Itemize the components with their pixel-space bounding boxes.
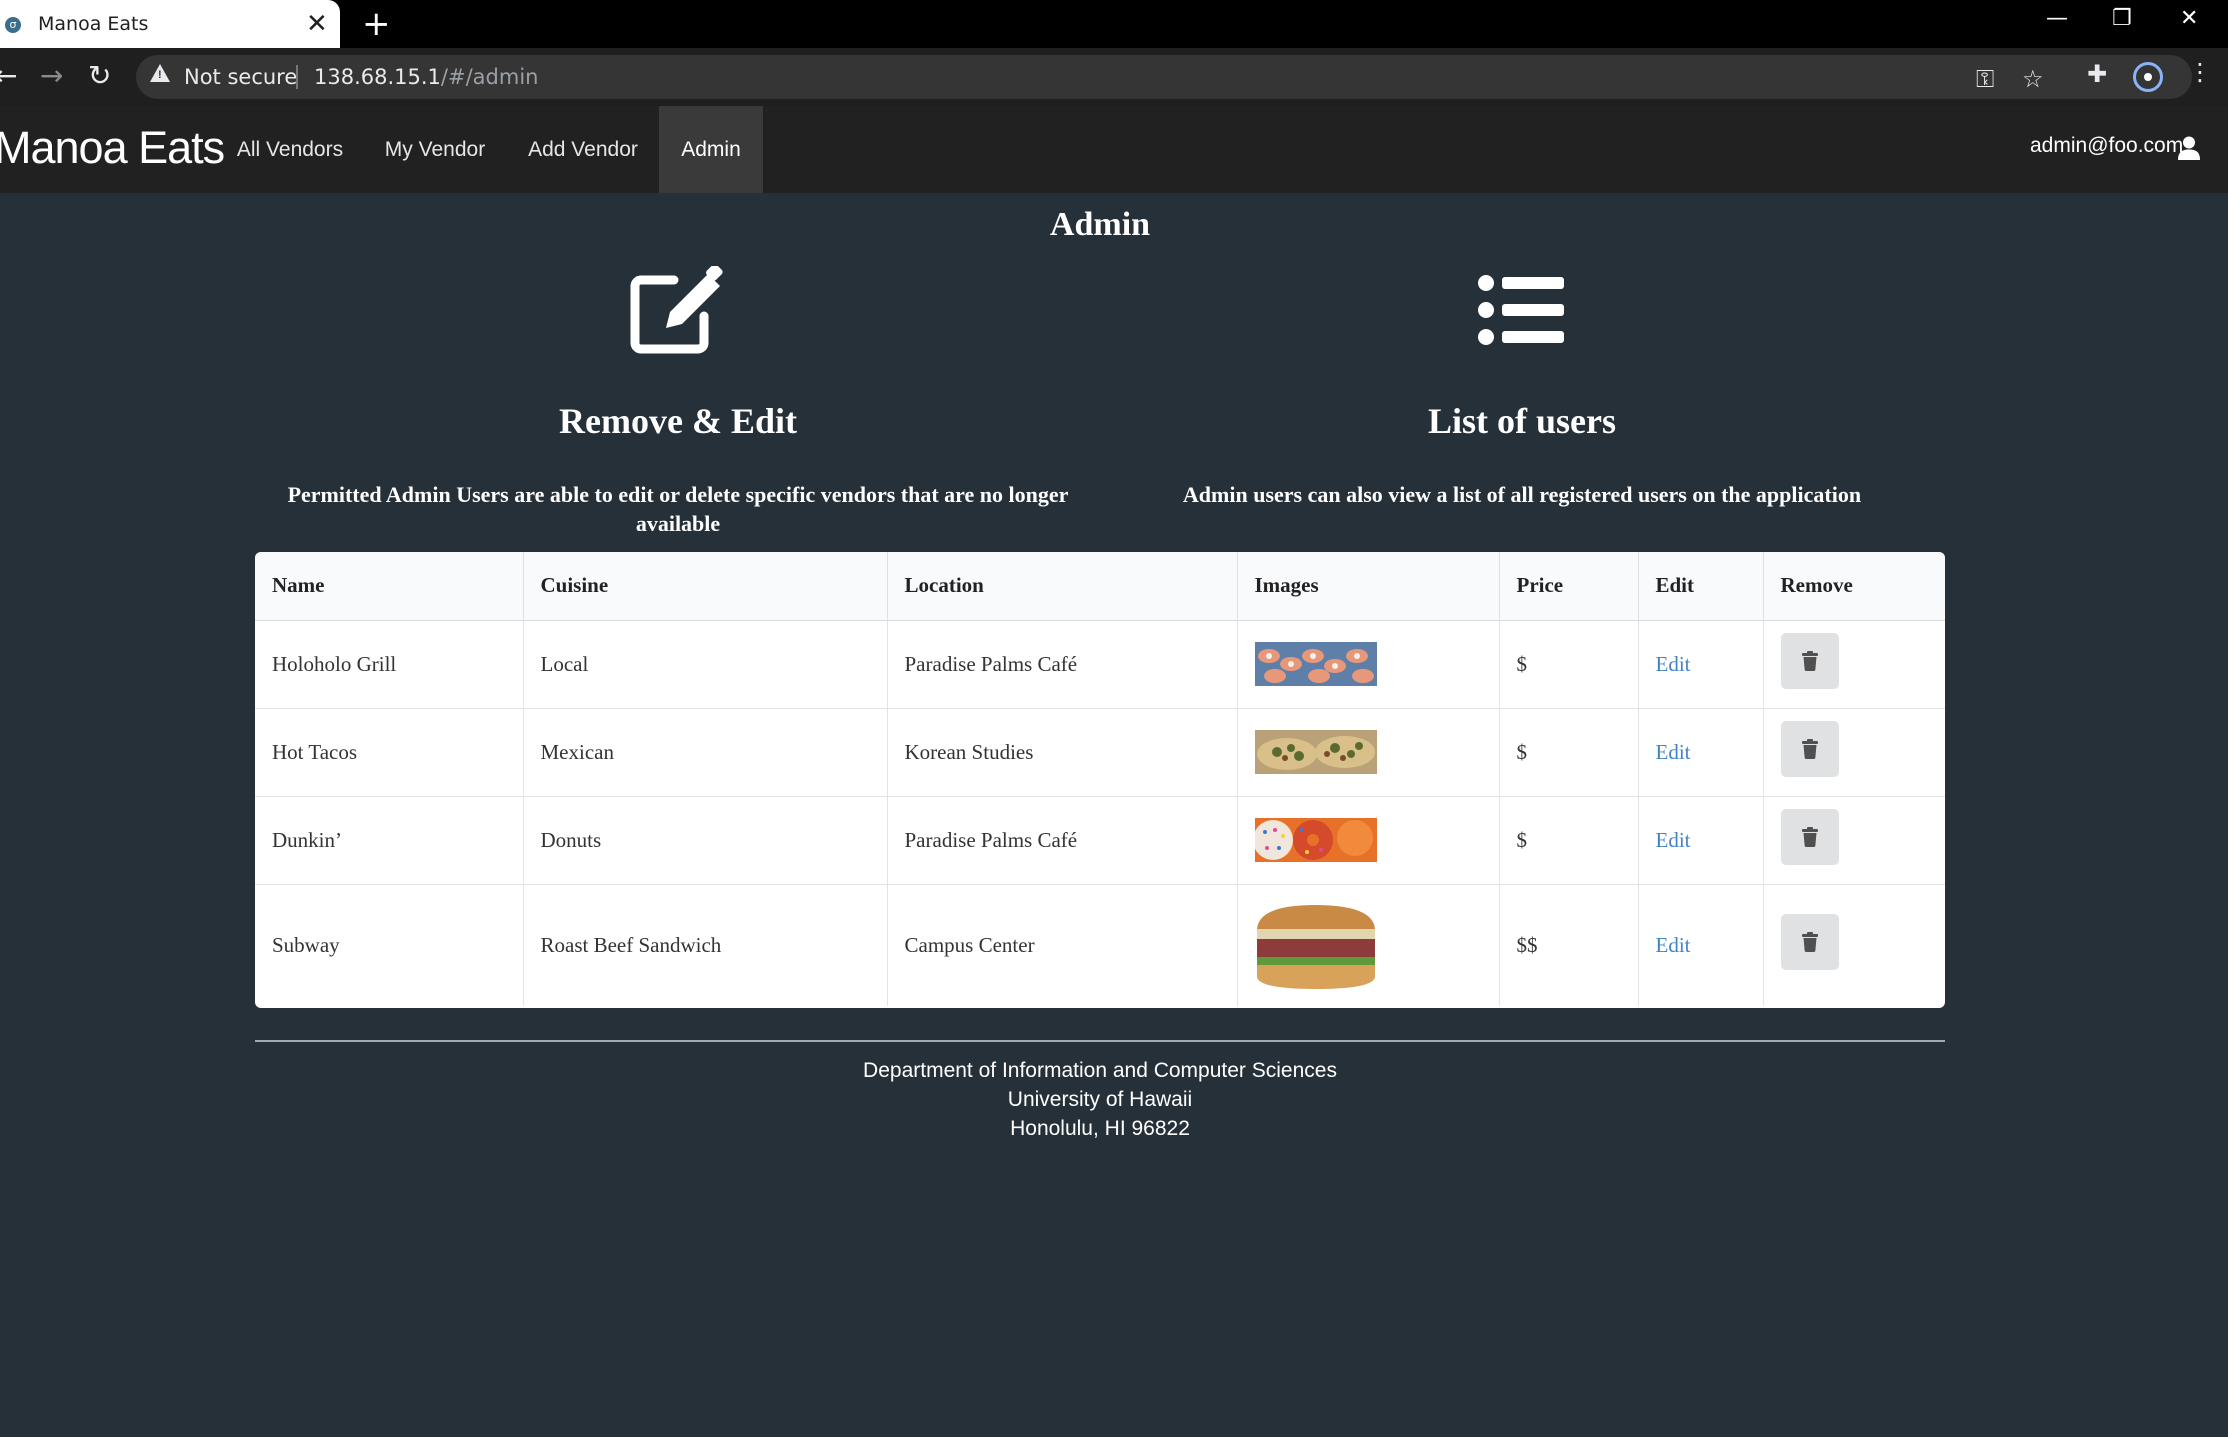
user-menu[interactable]: admin@foo.com [2030,134,2183,158]
vendor-name: Dunkin’ [255,796,524,885]
footer-divider [255,1040,1945,1042]
site-favicon-icon: σ [5,17,21,33]
vendor-price: $ [1499,796,1639,885]
feature-heading: List of users [1428,401,1616,441]
edit-link[interactable]: Edit [1656,652,1691,676]
tab-title: Manoa Eats [38,13,149,35]
vendor-location: Paradise Palms Café [887,796,1238,885]
url-path: /#/admin [440,65,539,89]
table-row: Subway Roast Beef Sandwich Campus Center… [255,884,1945,1006]
vendors-table: Name Cuisine Location Images Price Edit … [255,552,1945,1008]
reload-icon[interactable]: ↻ [88,60,111,92]
trash-icon [1801,651,1818,671]
feature-heading: Remove & Edit [559,401,797,441]
remove-button[interactable] [1780,633,1839,689]
vendor-price: $ [1499,620,1639,709]
nav-add-vendor[interactable]: Add Vendor [518,106,648,193]
vendor-cuisine: Local [523,620,888,709]
list-icon [1478,275,1564,345]
feature-list-users: List of users Admin users can also view … [1092,266,1952,509]
brand-logo[interactable]: Manoa Eats [0,122,225,174]
security-label[interactable]: Not secure [184,65,297,89]
trash-icon [1801,932,1818,953]
vendor-cuisine: Roast Beef Sandwich [523,884,888,1006]
new-tab-button[interactable]: + [362,6,391,42]
donuts-thumbnail [1254,818,1377,862]
sushi-thumbnail [1254,642,1377,686]
table-header-row: Name Cuisine Location Images Price Edit … [255,552,1945,621]
column-header-images: Images [1237,552,1500,621]
extensions-puzzle-icon[interactable]: ✚ [2087,60,2107,88]
address-divider [296,65,298,89]
vendor-price: $ [1499,708,1639,797]
trash-icon [1801,827,1818,847]
app-navbar: Manoa Eats All Vendors My Vendor Add Ven… [0,106,2228,193]
vendor-cuisine: Donuts [523,796,888,885]
sandwich-thumbnail [1254,899,1377,992]
table-row: Dunkin’ Donuts Paradise Palms Café $ Edi… [255,796,1945,885]
nav-admin[interactable]: Admin [659,106,763,193]
browser-menu-icon[interactable]: ⋮ [2188,58,2212,86]
edit-icon [630,266,723,354]
window-close-icon[interactable]: ✕ [2180,6,2198,31]
edit-link[interactable]: Edit [1656,828,1691,852]
restore-icon[interactable]: ❐ [2112,6,2132,31]
vendor-location: Korean Studies [887,708,1238,797]
browser-tab-strip: σ Manoa Eats ✕ + — ❐ ✕ [0,0,2228,48]
column-header-remove: Remove [1763,552,1945,621]
tab-close-icon[interactable]: ✕ [306,10,328,38]
column-header-name: Name [255,552,524,621]
footer: Department of Information and Computer S… [0,1056,2200,1143]
column-header-location: Location [887,552,1238,621]
nav-all-vendors[interactable]: All Vendors [228,106,352,193]
vendor-price: $$ [1499,884,1639,1006]
remove-button[interactable] [1780,721,1839,777]
browser-toolbar: ← → ↻ ! Not secure 138.68.15.1/#/admin ⚿… [0,48,2228,106]
url-text[interactable]: 138.68.15.1/#/admin [314,65,538,89]
footer-university: University of Hawaii [1007,1088,1193,1111]
back-arrow-icon[interactable]: ← [0,60,17,92]
column-header-cuisine: Cuisine [523,552,888,621]
url-host: 138.68.15.1 [314,65,441,89]
user-icon[interactable] [2178,136,2200,160]
feature-description: Permitted Admin Users are able to edit o… [287,482,1069,536]
remove-button[interactable] [1780,809,1839,865]
table-row: Holoholo Grill Local Paradise Palms Café… [255,620,1945,709]
feature-description: Admin users can also view a list of all … [1182,482,1862,507]
profile-avatar-icon[interactable] [2133,62,2163,92]
key-icon[interactable]: ⚿ [1976,65,1994,93]
remove-button[interactable] [1780,914,1839,971]
footer-department: Department of Information and Computer S… [863,1059,1337,1082]
forward-arrow-icon[interactable]: → [40,60,63,92]
footer-address: Honolulu, HI 96822 [1010,1117,1190,1140]
minimize-icon[interactable]: — [2046,6,2068,31]
column-header-price: Price [1499,552,1639,621]
bookmark-star-icon[interactable]: ☆ [2022,65,2044,93]
feature-remove-edit: Remove & Edit Permitted Admin Users are … [248,266,1108,538]
nav-my-vendor[interactable]: My Vendor [372,106,498,193]
vendor-cuisine: Mexican [523,708,888,797]
vendor-location: Campus Center [887,884,1238,1006]
trash-icon [1801,739,1818,759]
vendor-location: Paradise Palms Café [887,620,1238,709]
address-bar[interactable]: ! Not secure 138.68.15.1/#/admin ⚿ ☆ [136,55,2192,99]
vendor-name: Subway [255,884,524,1006]
browser-tab[interactable]: σ Manoa Eats ✕ [0,0,340,48]
vendor-name: Hot Tacos [255,708,524,797]
column-header-edit: Edit [1638,552,1764,621]
tacos-thumbnail [1254,730,1377,774]
page-title: Admin [1049,206,1151,243]
vendor-name: Holoholo Grill [255,620,524,709]
edit-link[interactable]: Edit [1656,933,1691,957]
edit-link[interactable]: Edit [1656,740,1691,764]
table-row: Hot Tacos Mexican Korean Studies $ Edit [255,708,1945,797]
